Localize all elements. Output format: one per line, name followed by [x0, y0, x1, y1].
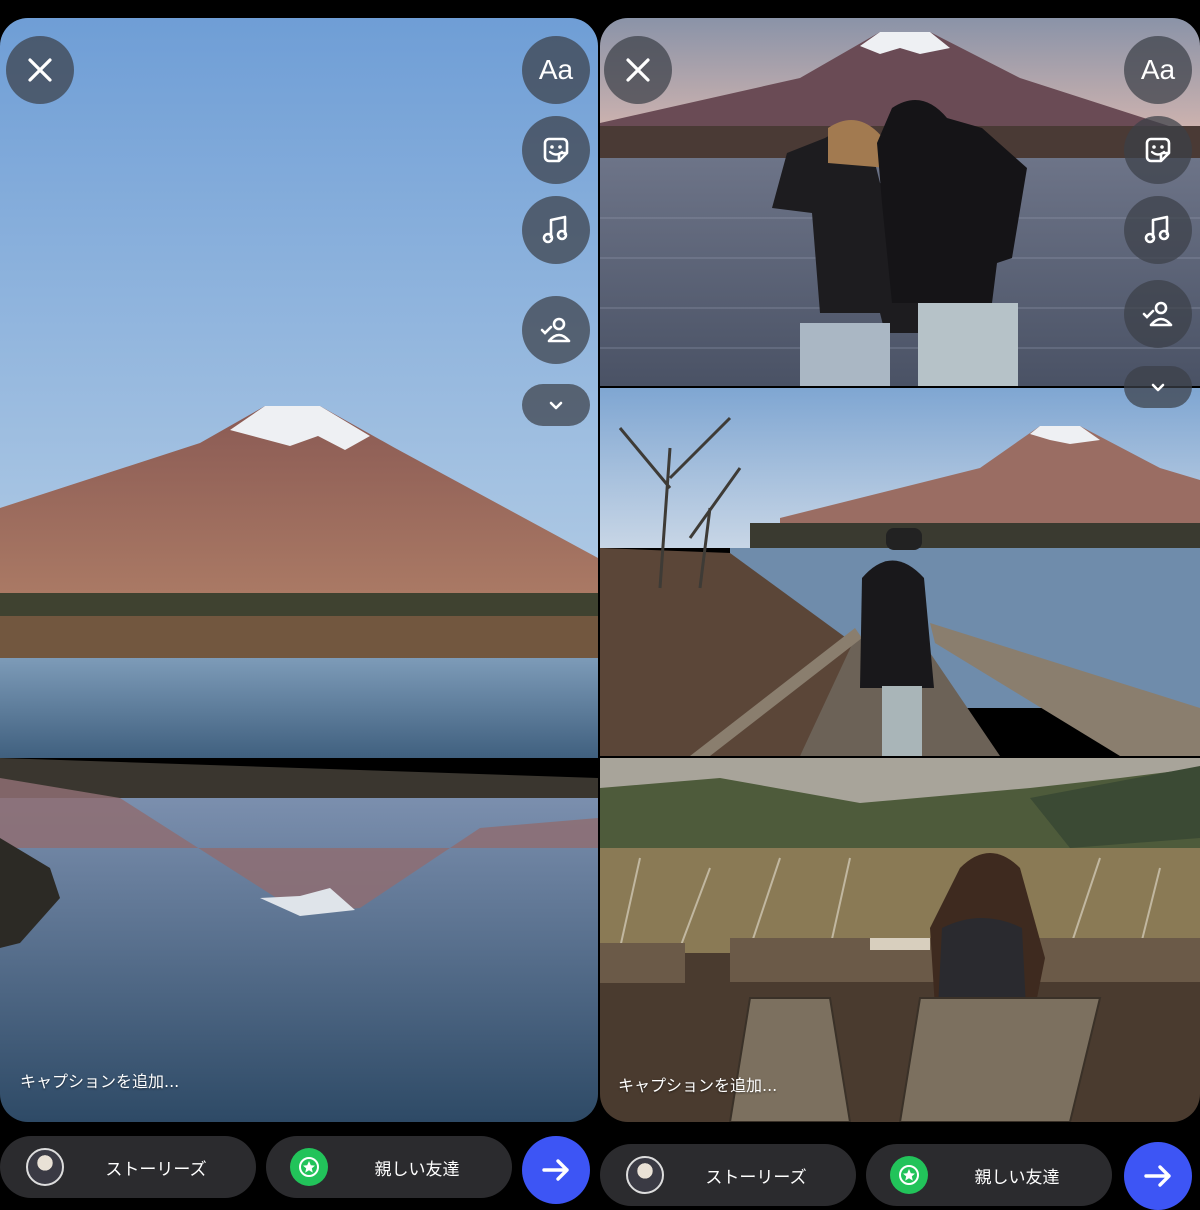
music-button-right[interactable] — [1124, 196, 1192, 264]
photo-boardwalk — [600, 388, 1200, 756]
text-tool-button[interactable]: Aa — [522, 36, 590, 104]
more-tools-button-right[interactable] — [1124, 366, 1192, 408]
story-editor-left: Aa キャプションを追加... — [0, 18, 598, 1122]
close-friends-share-button-right[interactable]: 親しい友達 — [866, 1144, 1112, 1206]
tag-people-icon — [540, 317, 571, 343]
tag-people-button[interactable] — [522, 296, 590, 364]
more-tools-button[interactable] — [522, 384, 590, 426]
tag-people-icon — [1142, 301, 1173, 327]
music-button[interactable] — [522, 196, 590, 264]
caption-input-right[interactable]: キャプションを追加... — [618, 1072, 777, 1096]
arrow-right-icon — [542, 1159, 569, 1181]
sticker-button-right[interactable] — [1124, 116, 1192, 184]
stories-share-button-right[interactable]: ストーリーズ — [600, 1144, 856, 1206]
tag-people-button-right[interactable] — [1124, 280, 1192, 348]
send-button[interactable] — [522, 1136, 590, 1204]
music-icon — [542, 215, 568, 244]
chevron-down-icon — [549, 401, 563, 410]
close-icon — [626, 58, 650, 82]
stories-label: ストーリーズ — [705, 1167, 807, 1188]
text-tool-button-right[interactable]: Aa — [1124, 36, 1192, 104]
arrow-right-icon — [1144, 1165, 1171, 1187]
photo-couple-lake — [600, 18, 1200, 386]
photo-fuji-reflection — [0, 18, 598, 1122]
close-button-right[interactable] — [604, 36, 672, 104]
story-editor-right: Aa キャプションを追加... — [600, 18, 1200, 1122]
stories-share-button[interactable]: ストーリーズ — [0, 1136, 256, 1198]
sticker-icon — [1145, 137, 1171, 163]
stories-label: ストーリーズ — [105, 1159, 207, 1180]
close-button[interactable] — [6, 36, 74, 104]
sticker-button[interactable] — [522, 116, 590, 184]
text-tool-icon: Aa — [538, 54, 574, 85]
close-friends-label: 親しい友達 — [374, 1159, 460, 1180]
sticker-icon — [543, 137, 569, 163]
photo-cafe-terrace — [600, 758, 1200, 1122]
close-friends-share-button[interactable]: 親しい友達 — [266, 1136, 512, 1198]
caption-input[interactable]: キャプションを追加... — [20, 1068, 179, 1092]
chevron-down-icon — [1151, 383, 1165, 392]
text-tool-icon: Aa — [1140, 54, 1176, 85]
music-icon — [1144, 215, 1170, 244]
close-friends-label: 親しい友達 — [974, 1167, 1060, 1188]
close-icon — [28, 58, 52, 82]
